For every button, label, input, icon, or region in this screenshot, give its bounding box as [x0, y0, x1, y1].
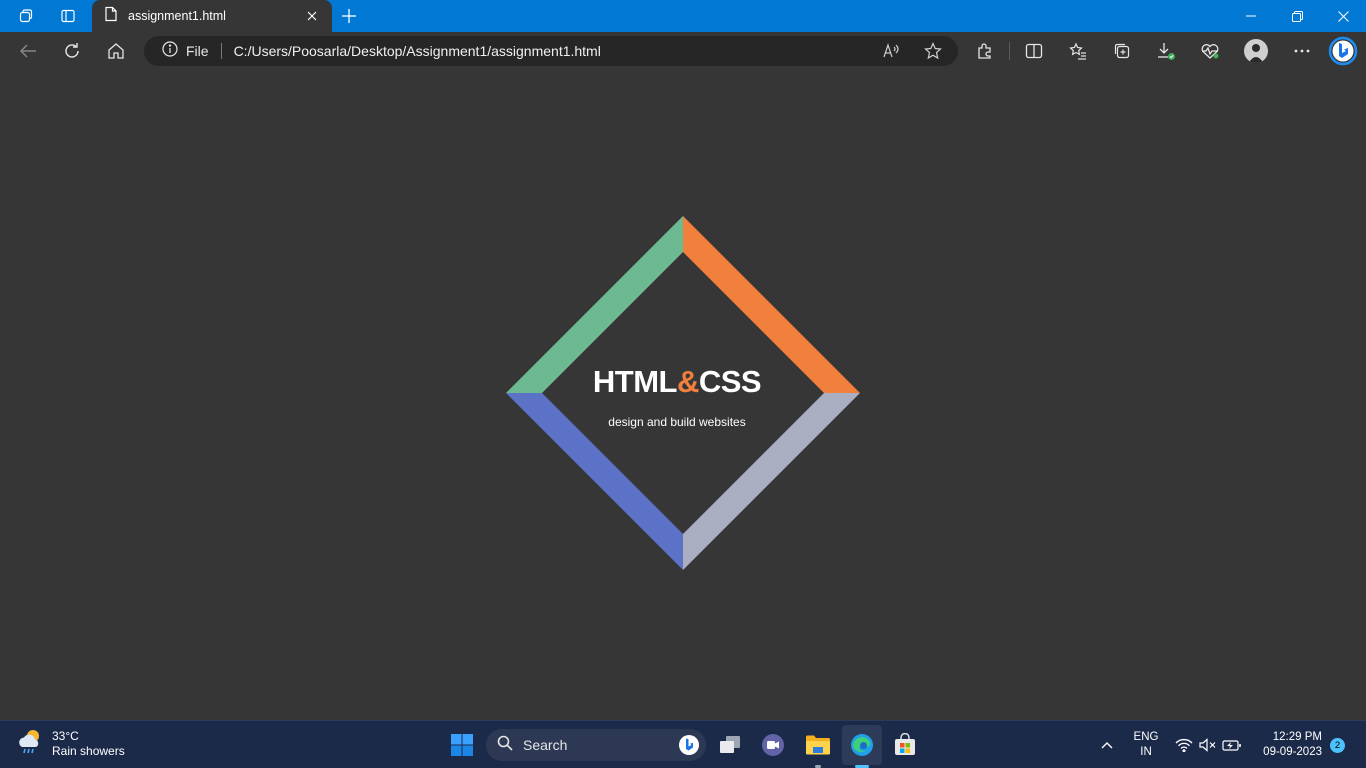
- downloads-icon[interactable]: [1150, 35, 1182, 67]
- show-hidden-icons-chevron-icon[interactable]: [1096, 721, 1118, 768]
- language-indicator[interactable]: ENG IN: [1128, 730, 1164, 760]
- logo-title-ampersand: &: [676, 364, 699, 399]
- language-line2: IN: [1140, 746, 1152, 758]
- microsoft-store-icon[interactable]: [885, 725, 925, 765]
- tab-title: assignment1.html: [128, 9, 226, 23]
- weather-condition: Rain showers: [52, 743, 125, 758]
- favorites-list-icon[interactable]: [1062, 35, 1094, 67]
- profile-avatar[interactable]: [1240, 35, 1272, 67]
- edge-browser-icon[interactable]: [842, 725, 882, 765]
- task-view-icon[interactable]: [710, 725, 750, 765]
- read-aloud-icon[interactable]: [876, 36, 906, 66]
- volume-muted-icon[interactable]: [1197, 721, 1219, 768]
- windows-start-icon[interactable]: [442, 725, 482, 765]
- clock[interactable]: 12:29 PM 09-09-2023: [1244, 730, 1322, 760]
- address-scheme-label: File: [186, 43, 209, 59]
- bing-copilot-icon[interactable]: [1326, 35, 1360, 67]
- favorite-star-icon[interactable]: [918, 36, 948, 66]
- taskbar-search[interactable]: Search: [486, 729, 706, 761]
- collections-icon[interactable]: [1106, 35, 1138, 67]
- wifi-icon[interactable]: [1174, 721, 1194, 768]
- weather-temperature: 33°C: [52, 728, 79, 743]
- taskbar: 33°C Rain showers Search ENG IN 12:29 PM…: [0, 720, 1366, 768]
- page-icon: [104, 6, 118, 27]
- split-screen-icon[interactable]: [1018, 35, 1050, 67]
- more-options-icon[interactable]: [1286, 35, 1318, 67]
- tab-assignment1[interactable]: assignment1.html: [92, 0, 332, 32]
- minimize-icon[interactable]: [1228, 0, 1274, 32]
- address-bar[interactable]: File C:/Users/Poosarla/Desktop/Assignmen…: [144, 36, 958, 66]
- new-tab-icon[interactable]: [338, 4, 360, 28]
- browser-toolbar: File C:/Users/Poosarla/Desktop/Assignmen…: [0, 32, 1366, 70]
- info-icon[interactable]: [162, 40, 178, 62]
- home-icon[interactable]: [100, 35, 132, 67]
- logo-title-css: CSS: [698, 364, 762, 399]
- battery-charging-icon[interactable]: [1221, 721, 1243, 768]
- restore-icon[interactable]: [1274, 0, 1320, 32]
- address-divider: [220, 43, 222, 59]
- toolbar-divider: [1009, 42, 1010, 60]
- browser-essentials-icon[interactable]: [1194, 35, 1226, 67]
- clock-time: 12:29 PM: [1272, 731, 1322, 743]
- workspaces-icon[interactable]: [4, 0, 48, 32]
- address-url[interactable]: C:/Users/Poosarla/Desktop/Assignment1/as…: [234, 43, 601, 59]
- close-window-icon[interactable]: [1320, 0, 1366, 32]
- bing-search-icon: [678, 734, 700, 756]
- tab-bar: assignment1.html: [0, 0, 1366, 32]
- refresh-icon[interactable]: [56, 35, 88, 67]
- language-line1: ENG: [1133, 731, 1159, 743]
- tab-actions-icon[interactable]: [46, 0, 90, 32]
- extensions-icon[interactable]: [969, 35, 1001, 67]
- notification-badge[interactable]: 2: [1330, 738, 1345, 753]
- clock-date: 09-09-2023: [1263, 746, 1322, 758]
- rain-cloud-icon: [16, 727, 44, 760]
- search-label: Search: [523, 737, 568, 753]
- back-icon[interactable]: [12, 35, 44, 67]
- close-tab-icon[interactable]: [302, 6, 322, 26]
- search-icon: [497, 735, 513, 756]
- logo-subtitle: design and build websites: [608, 415, 746, 429]
- weather-widget[interactable]: 33°C Rain showers: [16, 727, 125, 760]
- file-explorer-icon[interactable]: [798, 725, 838, 765]
- page-content: HTML&CSS design and build websites: [0, 70, 1366, 720]
- teams-chat-icon[interactable]: [753, 725, 793, 765]
- logo-title-html: HTML: [592, 364, 678, 399]
- logo-title: HTML&CSS: [520, 364, 834, 400]
